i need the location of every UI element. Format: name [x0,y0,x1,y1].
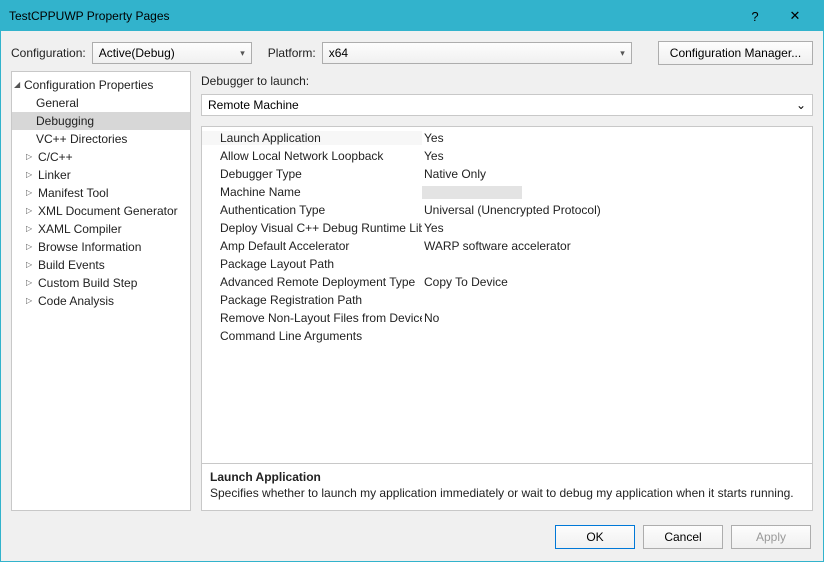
property-value[interactable]: Yes [422,131,812,145]
tree-item-label: Linker [38,168,71,182]
property-row[interactable]: Debugger TypeNative Only [202,165,812,183]
tree-item[interactable]: Code Analysis [12,292,190,310]
tree-item-label: Debugging [36,114,94,128]
configuration-label: Configuration: [11,46,86,60]
ok-button[interactable]: OK [555,525,635,549]
property-name: Launch Application [202,131,422,145]
titlebar[interactable]: TestCPPUWP Property Pages ? ✕ [1,1,823,31]
tree-item-label: Build Events [38,258,105,272]
tree-root-label: Configuration Properties [24,78,153,92]
property-row[interactable]: Deploy Visual C++ Debug Runtime Librarie… [202,219,812,237]
tree-item[interactable]: XAML Compiler [12,220,190,238]
property-row[interactable]: Package Registration Path [202,291,812,309]
close-icon[interactable]: ✕ [775,2,815,30]
property-row[interactable]: Amp Default AcceleratorWARP software acc… [202,237,812,255]
tree-item[interactable]: Custom Build Step [12,274,190,292]
configuration-manager-button[interactable]: Configuration Manager... [658,41,813,65]
cancel-button[interactable]: Cancel [643,525,723,549]
tree-item[interactable]: Linker [12,166,190,184]
property-name: Authentication Type [202,203,422,217]
property-row[interactable]: Package Layout Path [202,255,812,273]
property-value[interactable]: Native Only [422,167,812,181]
tree-item-label: VC++ Directories [36,132,127,146]
property-row[interactable]: Machine Name [202,183,812,201]
tree-item[interactable]: General [12,94,190,112]
configuration-dropdown[interactable]: Active(Debug) ▾ [92,42,252,64]
main-panel: Debugger to launch: Remote Machine ⌄ Lau… [201,71,813,511]
property-row[interactable]: Allow Local Network LoopbackYes [202,147,812,165]
property-name: Allow Local Network Loopback [202,149,422,163]
tree-item-label: C/C++ [38,150,73,164]
platform-label: Platform: [268,46,316,60]
property-name: Remove Non-Layout Files from Device [202,311,422,325]
property-name: Amp Default Accelerator [202,239,422,253]
property-name: Debugger Type [202,167,422,181]
apply-button[interactable]: Apply [731,525,811,549]
tree-item-label: Custom Build Step [38,276,137,290]
tree-item[interactable]: Manifest Tool [12,184,190,202]
tree-item-label: Browse Information [38,240,141,254]
tree-root[interactable]: Configuration Properties [12,76,190,94]
chevron-down-icon: ▾ [240,48,245,59]
property-row[interactable]: Launch ApplicationYes [202,129,812,147]
property-name: Advanced Remote Deployment Type [202,275,422,289]
tree-view[interactable]: Configuration Properties General Debuggin… [11,71,191,511]
debugger-to-launch-value: Remote Machine [208,98,299,112]
tree-item-label: Code Analysis [38,294,114,308]
description-title: Launch Application [210,470,804,484]
toolbar: Configuration: Active(Debug) ▾ Platform:… [1,31,823,71]
property-pages-window: TestCPPUWP Property Pages ? ✕ Configurat… [0,0,824,562]
footer: OK Cancel Apply [1,519,823,561]
tree-item[interactable]: Browse Information [12,238,190,256]
tree-item[interactable]: Build Events [12,256,190,274]
property-name: Package Layout Path [202,257,422,271]
property-row[interactable]: Command Line Arguments [202,327,812,345]
configuration-value: Active(Debug) [99,46,175,60]
property-value[interactable]: Yes [422,221,812,235]
property-grid: Launch ApplicationYesAllow Local Network… [201,126,813,511]
property-value[interactable]: WARP software accelerator [422,239,812,253]
tree-item-label: Manifest Tool [38,186,108,200]
tree-item-label: XML Document Generator [38,204,178,218]
property-value[interactable]: No [422,311,812,325]
tree-item[interactable]: XML Document Generator [12,202,190,220]
property-value[interactable] [422,186,522,199]
platform-dropdown[interactable]: x64 ▾ [322,42,632,64]
property-name: Package Registration Path [202,293,422,307]
property-value[interactable]: Yes [422,149,812,163]
window-title: TestCPPUWP Property Pages [9,9,735,23]
property-description: Launch Application Specifies whether to … [202,463,812,510]
property-rows[interactable]: Launch ApplicationYesAllow Local Network… [202,127,812,463]
tree-item[interactable]: VC++ Directories [12,130,190,148]
property-name: Deploy Visual C++ Debug Runtime Librarie… [202,221,422,235]
property-row[interactable]: Remove Non-Layout Files from DeviceNo [202,309,812,327]
property-value[interactable]: Copy To Device [422,275,812,289]
property-name: Command Line Arguments [202,329,422,343]
tree-item[interactable]: C/C++ [12,148,190,166]
property-row[interactable]: Authentication TypeUniversal (Unencrypte… [202,201,812,219]
body: Configuration Properties General Debuggin… [1,71,823,519]
chevron-down-icon: ⌄ [796,98,806,112]
property-name: Machine Name [202,185,422,199]
chevron-down-icon: ▾ [620,48,625,59]
debugger-to-launch-dropdown[interactable]: Remote Machine ⌄ [201,94,813,116]
tree-item-label: XAML Compiler [38,222,122,236]
help-icon[interactable]: ? [735,2,775,30]
description-body: Specifies whether to launch my applicati… [210,486,794,500]
property-value[interactable]: Universal (Unencrypted Protocol) [422,203,812,217]
tree-item[interactable]: Debugging [12,112,190,130]
debugger-to-launch-label: Debugger to launch: [201,71,813,94]
platform-value: x64 [329,46,348,60]
property-row[interactable]: Advanced Remote Deployment TypeCopy To D… [202,273,812,291]
tree-item-label: General [36,96,79,110]
